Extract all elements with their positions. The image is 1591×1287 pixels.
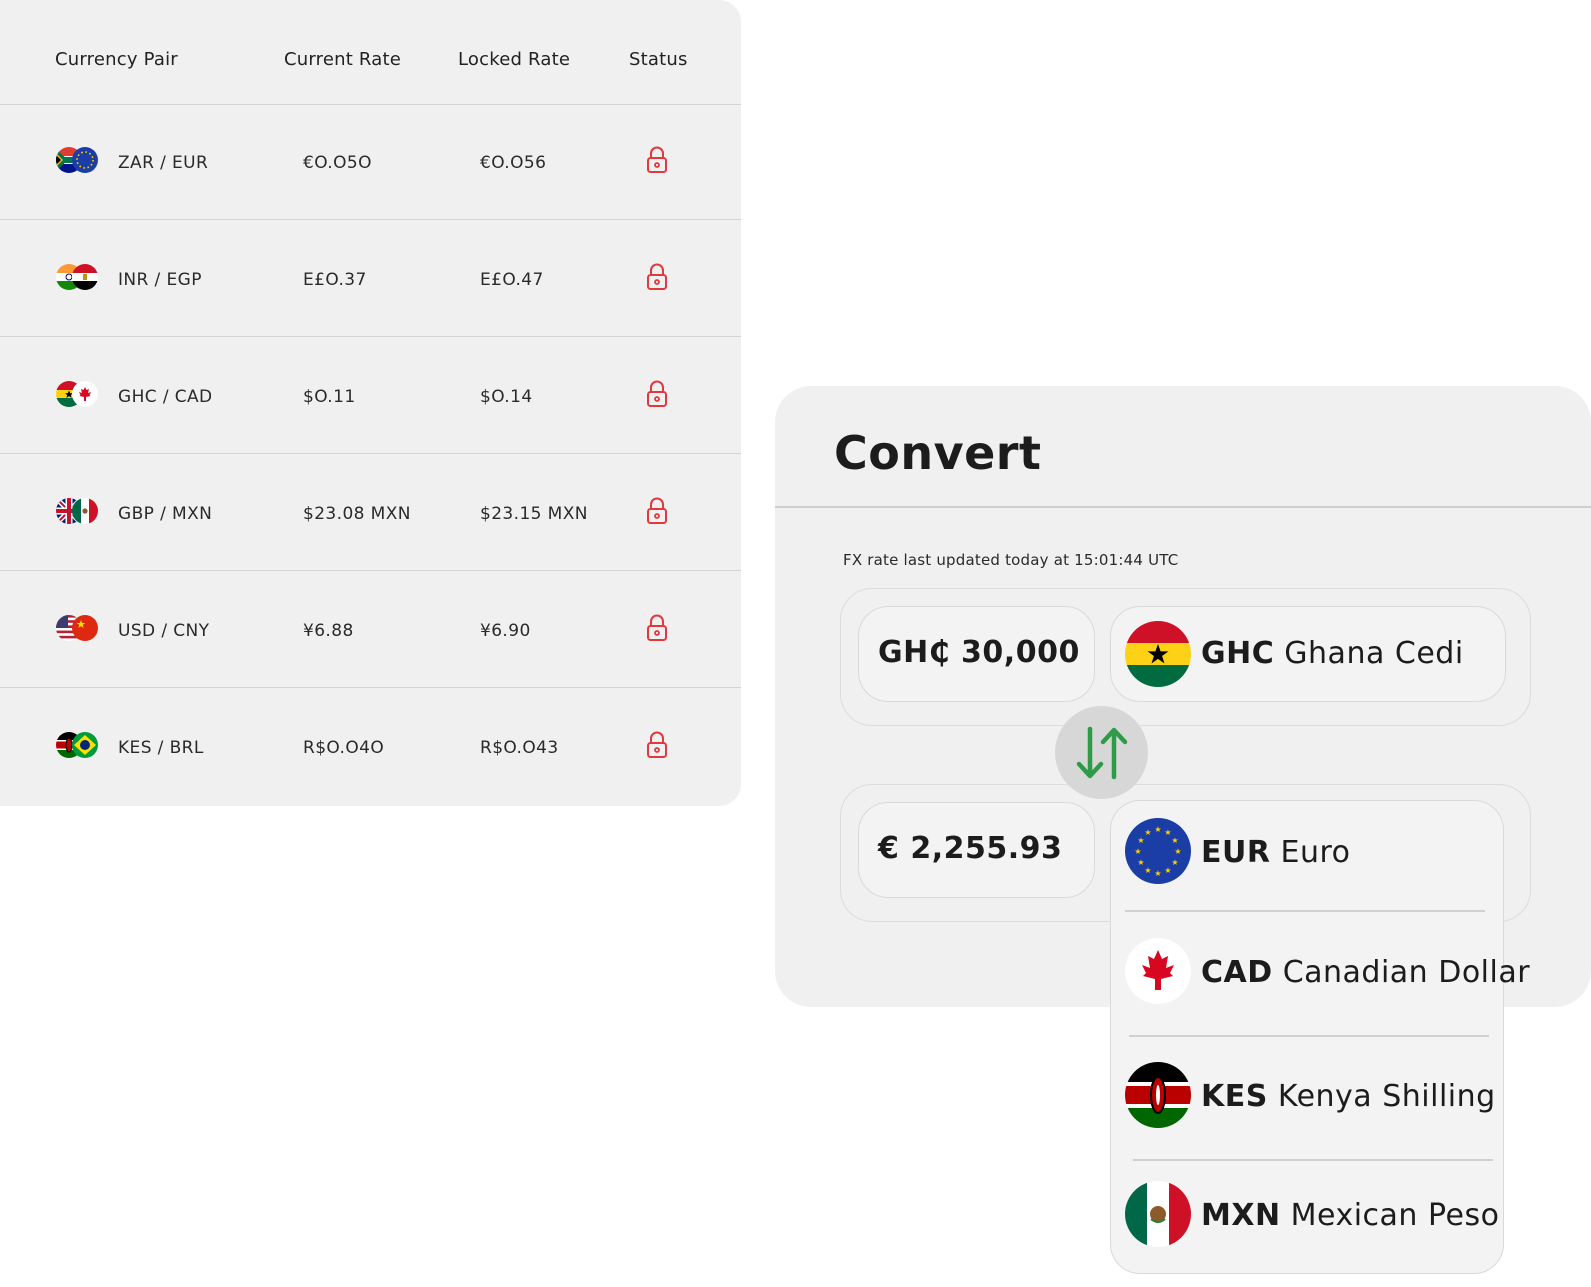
from-currency-code: GHC: [1201, 636, 1275, 671]
pair-flags: [56, 264, 100, 292]
dropdown-option-kes[interactable]: KES Kenya Shilling: [1111, 1046, 1503, 1166]
option-name: Mexican Peso: [1290, 1198, 1500, 1233]
svg-text:★: ★: [1144, 866, 1151, 875]
locked-rate: ¥6.90: [480, 621, 531, 641]
dropdown-divider: [1125, 910, 1485, 912]
pair-label: USD / CNY: [118, 621, 210, 641]
to-currency-name: Euro: [1280, 835, 1351, 870]
dropdown-divider: [1129, 1035, 1489, 1037]
dropdown-divider: [1133, 1159, 1493, 1161]
from-currency-select[interactable]: GHC Ghana Cedi: [1110, 606, 1506, 702]
fx-rate-updated-note: FX rate last updated today at 15:01:44 U…: [843, 551, 1179, 569]
lock-icon[interactable]: [646, 614, 668, 642]
header-locked-rate[interactable]: Locked Rate: [458, 49, 570, 70]
pair-flags: [56, 381, 100, 409]
pair-label: KES / BRL: [118, 738, 204, 758]
convert-title: Convert: [834, 426, 1042, 480]
option-code: KES: [1201, 1079, 1268, 1114]
from-amount-input[interactable]: GH₵ 30,000: [858, 606, 1095, 702]
table-row[interactable]: ZAR / EUR €O.O5O €O.O56: [0, 104, 741, 220]
option-label: MXN Mexican Peso: [1201, 1198, 1499, 1233]
swap-button[interactable]: [1055, 706, 1148, 799]
header-current-rate[interactable]: Current Rate: [284, 49, 401, 70]
pair-flags: [56, 732, 100, 760]
option-label: KES Kenya Shilling: [1201, 1079, 1496, 1114]
table-row[interactable]: INR / EGP E£O.37 E£O.47: [0, 221, 741, 337]
lock-icon[interactable]: [646, 263, 668, 291]
locked-rate: R$O.O43: [480, 738, 559, 758]
pair-flags: [56, 615, 100, 643]
locked-rate: E£O.47: [480, 270, 544, 290]
current-rate: $23.08 MXN: [303, 504, 411, 524]
header-currency-pair[interactable]: Currency Pair: [55, 49, 178, 70]
egypt-flag-icon: [72, 264, 98, 290]
mexico-flag-icon: [1125, 1181, 1191, 1247]
pair-label: GBP / MXN: [118, 504, 213, 524]
lock-icon[interactable]: [646, 380, 668, 408]
lock-icon[interactable]: [646, 497, 668, 525]
svg-text:★: ★: [1171, 836, 1178, 845]
pair-label: ZAR / EUR: [118, 153, 209, 173]
lock-icon[interactable]: [646, 146, 668, 174]
rates-table-header: Currency Pair Current Rate Locked Rate S…: [0, 0, 741, 105]
to-currency-code: EUR: [1201, 835, 1271, 870]
from-currency-name: Ghana Cedi: [1284, 636, 1464, 671]
dropdown-option-mxn[interactable]: MXN Mexican Peso: [1111, 1167, 1503, 1287]
option-name: Kenya Shilling: [1277, 1079, 1496, 1114]
svg-text:★: ★: [1134, 847, 1141, 856]
current-rate: E£O.37: [303, 270, 367, 290]
divider: [775, 506, 1591, 508]
swap-arrows-icon: [1076, 726, 1128, 780]
option-name: Canadian Dollar: [1282, 955, 1531, 990]
svg-text:★: ★: [1144, 828, 1151, 837]
current-rate: ¥6.88: [303, 621, 354, 641]
from-amount-value: GH₵ 30,000: [878, 635, 1080, 670]
locked-rate: $O.14: [480, 387, 533, 407]
svg-text:★: ★: [1137, 836, 1144, 845]
header-status[interactable]: Status: [629, 49, 688, 70]
brazil-flag-icon: [72, 732, 98, 758]
canada-flag-icon: [1125, 938, 1191, 1004]
svg-text:★: ★: [1154, 869, 1161, 878]
to-currency-label: EUR Euro: [1201, 835, 1351, 870]
pair-label: GHC / CAD: [118, 387, 213, 407]
current-rate: €O.O5O: [303, 153, 372, 173]
china-flag-icon: [72, 615, 98, 641]
eu-flag-icon: [72, 147, 98, 173]
option-code: CAD: [1201, 955, 1273, 990]
table-row[interactable]: GHC / CAD $O.11 $O.14: [0, 338, 741, 454]
table-row[interactable]: KES / BRL R$O.O4O R$O.O43: [0, 689, 741, 804]
pair-label: INR / EGP: [118, 270, 202, 290]
current-rate: $O.11: [303, 387, 356, 407]
option-label: CAD Canadian Dollar: [1201, 955, 1530, 990]
rates-table-card: Currency Pair Current Rate Locked Rate S…: [0, 0, 741, 806]
canada-flag-icon: [72, 381, 98, 407]
svg-text:★: ★: [1174, 847, 1181, 856]
svg-text:★: ★: [1154, 825, 1161, 834]
eu-flag-icon: ★ ★ ★ ★ ★ ★ ★ ★ ★ ★ ★ ★: [1125, 818, 1191, 884]
pair-flags: [56, 147, 100, 175]
locked-rate: €O.O56: [480, 153, 547, 173]
ghana-flag-icon: [1125, 621, 1191, 687]
kenya-flag-icon: [1125, 1062, 1191, 1128]
table-row[interactable]: USD / CNY ¥6.88 ¥6.90: [0, 572, 741, 688]
svg-text:★: ★: [1164, 866, 1171, 875]
to-amount-value: € 2,255.93: [878, 831, 1063, 866]
from-currency-label: GHC Ghana Cedi: [1201, 636, 1464, 671]
svg-text:★: ★: [1171, 858, 1178, 867]
dropdown-selected-eur[interactable]: ★ ★ ★ ★ ★ ★ ★ ★ ★ ★ ★ ★ EUR Euro: [1111, 801, 1503, 921]
option-code: MXN: [1201, 1198, 1281, 1233]
pair-flags: [56, 498, 100, 526]
lock-icon[interactable]: [646, 731, 668, 759]
table-row[interactable]: GBP / MXN $23.08 MXN $23.15 MXN: [0, 455, 741, 571]
mexico-flag-icon: [72, 498, 98, 524]
current-rate: R$O.O4O: [303, 738, 385, 758]
dropdown-option-cad[interactable]: CAD Canadian Dollar: [1111, 921, 1530, 1041]
locked-rate: $23.15 MXN: [480, 504, 588, 524]
to-currency-dropdown[interactable]: ★ ★ ★ ★ ★ ★ ★ ★ ★ ★ ★ ★ EUR Euro CAD Can…: [1110, 800, 1530, 1274]
to-amount-output[interactable]: € 2,255.93: [858, 802, 1095, 898]
svg-text:★: ★: [1137, 858, 1144, 867]
